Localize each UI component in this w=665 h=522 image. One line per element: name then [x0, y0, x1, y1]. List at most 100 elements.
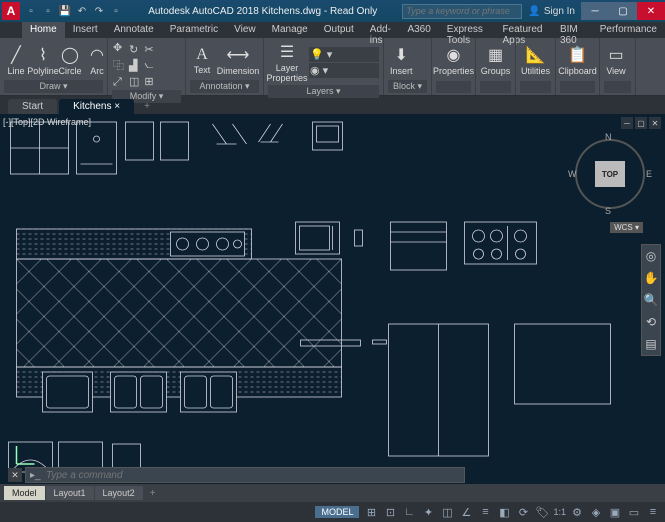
- ribbon-tab-a360[interactable]: A360: [399, 22, 438, 38]
- viewcube-south[interactable]: S: [605, 206, 611, 216]
- viewcube-face[interactable]: TOP: [595, 161, 625, 187]
- panel-label-annotation[interactable]: Annotation ▾: [190, 80, 259, 93]
- layout-tab-add[interactable]: +: [144, 486, 162, 501]
- file-tab-add[interactable]: +: [136, 99, 158, 114]
- trim-icon[interactable]: ✂: [143, 42, 154, 57]
- grid-icon[interactable]: ⊞: [363, 506, 379, 519]
- arc-button[interactable]: ◠Arc: [85, 43, 109, 78]
- help-search-input[interactable]: [402, 4, 522, 19]
- ribbon-tab-insert[interactable]: Insert: [65, 22, 106, 38]
- dimension-button[interactable]: ⟷Dimension: [217, 43, 259, 78]
- drawing-canvas[interactable]: [-][Top][2D Wireframe] ─ ▢ ✕: [0, 114, 665, 484]
- layers-icon: ☰: [280, 42, 294, 62]
- polar-icon[interactable]: ✦: [420, 506, 436, 519]
- ribbon-tab-annotate[interactable]: Annotate: [106, 22, 162, 38]
- command-input[interactable]: [25, 467, 465, 483]
- layout-tab-model[interactable]: Model: [4, 486, 45, 500]
- minimize-button[interactable]: ─: [581, 2, 609, 20]
- file-tab-kitchens[interactable]: Kitchens ×: [59, 99, 134, 114]
- viewcube-west[interactable]: W: [568, 169, 577, 179]
- scale-label[interactable]: 1:1: [553, 507, 566, 517]
- panel-label-layers[interactable]: Layers ▾: [268, 85, 379, 98]
- viewcube[interactable]: N S E W TOP: [570, 134, 650, 214]
- qat-save-icon[interactable]: 💾: [58, 4, 72, 18]
- text-button[interactable]: AText: [190, 44, 214, 77]
- snap-icon[interactable]: ⊡: [382, 506, 398, 519]
- ribbon-tab-express-tools[interactable]: Express Tools: [439, 22, 495, 38]
- viewcube-north[interactable]: N: [605, 132, 612, 142]
- layout-tab-layout2[interactable]: Layout2: [95, 486, 143, 500]
- stretch-icon[interactable]: ⤢: [112, 75, 125, 90]
- fillet-icon[interactable]: ⦦: [143, 58, 154, 73]
- copy-icon[interactable]: ⿻: [112, 56, 125, 74]
- panel-label-block[interactable]: Block ▾: [388, 80, 427, 93]
- nav-orbit-icon[interactable]: ⟲: [646, 315, 656, 329]
- layer-state-icon[interactable]: 💡 ▾: [309, 47, 379, 62]
- ribbon-tab-parametric[interactable]: Parametric: [162, 22, 226, 38]
- clipboard-button[interactable]: 📋Clipboard: [560, 43, 595, 78]
- ribbon-tabs: HomeInsertAnnotateParametricViewManageOu…: [0, 22, 665, 38]
- qat-undo-icon[interactable]: ↶: [75, 4, 89, 18]
- circle-button[interactable]: ◯Circle: [58, 43, 82, 78]
- ortho-icon[interactable]: ∟: [401, 506, 417, 518]
- maximize-button[interactable]: ▢: [609, 2, 637, 20]
- ribbon-tab-add-ins[interactable]: Add-ins: [362, 22, 400, 38]
- user-icon: 👤: [528, 6, 540, 17]
- mirror-icon[interactable]: ▟: [128, 58, 140, 73]
- utilities-button[interactable]: 📐Utilities: [520, 43, 551, 78]
- cmd-close-icon[interactable]: ✕: [8, 468, 22, 482]
- qat-print-icon[interactable]: ▫: [109, 4, 123, 18]
- transparency-icon[interactable]: ◧: [496, 506, 512, 519]
- panel-clipboard: 📋Clipboard: [556, 38, 600, 95]
- customize-icon[interactable]: ≡: [645, 506, 661, 518]
- lineweight-icon[interactable]: ≡: [477, 506, 493, 518]
- close-button[interactable]: ✕: [637, 2, 665, 20]
- scale-icon[interactable]: ◫: [128, 74, 140, 89]
- file-tab-start[interactable]: Start: [8, 99, 57, 114]
- array-icon[interactable]: ⊞: [143, 74, 154, 89]
- nav-pan-icon[interactable]: ✋: [644, 271, 659, 285]
- ribbon-tab-bim-360[interactable]: BIM 360: [552, 22, 592, 38]
- osnap-icon[interactable]: ◫: [439, 506, 455, 519]
- ribbon-tab-featured-apps[interactable]: Featured Apps: [494, 22, 552, 38]
- line-button[interactable]: ╱Line: [4, 43, 28, 78]
- viewcube-east[interactable]: E: [646, 169, 652, 179]
- ribbon-tab-performance[interactable]: Performance: [592, 22, 665, 38]
- signin-button[interactable]: 👤Sign In: [528, 6, 575, 17]
- insert-button[interactable]: ⬇Insert: [388, 43, 415, 78]
- cycling-icon[interactable]: ⟳: [515, 506, 531, 519]
- panel-utilities: 📐Utilities: [516, 38, 556, 95]
- move-icon[interactable]: ✥: [112, 40, 125, 55]
- qat-new-icon[interactable]: ▫: [24, 4, 38, 18]
- layout-tabs: ModelLayout1Layout2+: [0, 484, 665, 502]
- qat-redo-icon[interactable]: ↷: [92, 4, 106, 18]
- groups-button[interactable]: ▦Groups: [480, 43, 511, 78]
- ribbon-tab-manage[interactable]: Manage: [264, 22, 316, 38]
- nav-zoom-icon[interactable]: 🔍: [644, 293, 659, 307]
- ribbon-tab-home[interactable]: Home: [22, 22, 65, 38]
- polyline-button[interactable]: ⌇Polyline: [31, 43, 55, 78]
- ribbon-tab-view[interactable]: View: [226, 22, 264, 38]
- properties-button[interactable]: ◉Properties: [436, 43, 471, 78]
- layer-properties-button[interactable]: ☰Layer Properties: [268, 40, 306, 85]
- layout-tab-layout1[interactable]: Layout1: [46, 486, 94, 500]
- panel-label-draw[interactable]: Draw ▾: [4, 80, 103, 93]
- app-logo[interactable]: A: [2, 2, 20, 20]
- annoscale-icon[interactable]: 🏷: [534, 506, 550, 519]
- view-button[interactable]: ▭View: [604, 43, 628, 78]
- nav-wheel-icon[interactable]: ◎: [646, 249, 656, 263]
- rotate-icon[interactable]: ↻: [128, 42, 140, 57]
- status-model-button[interactable]: MODEL: [315, 506, 359, 518]
- gear-icon[interactable]: ⚙: [569, 506, 585, 519]
- qat-open-icon[interactable]: ▫: [41, 4, 55, 18]
- wcs-dropdown[interactable]: WCS ▾: [610, 222, 643, 233]
- panel-modify: ✥⿻⤢ ↻▟◫ ✂⦦⊞ Modify ▾: [108, 38, 186, 95]
- ribbon-tab-output[interactable]: Output: [316, 22, 362, 38]
- cleanscreen-icon[interactable]: ▭: [626, 506, 642, 519]
- hardware-icon[interactable]: ▣: [607, 506, 623, 519]
- panel-label-clipboard: [560, 81, 595, 93]
- nav-showmotion-icon[interactable]: ▤: [645, 337, 656, 351]
- layer-combo[interactable]: ◉ ▾: [309, 63, 379, 78]
- isolate-icon[interactable]: ◈: [588, 506, 604, 519]
- otrack-icon[interactable]: ∠: [458, 506, 474, 519]
